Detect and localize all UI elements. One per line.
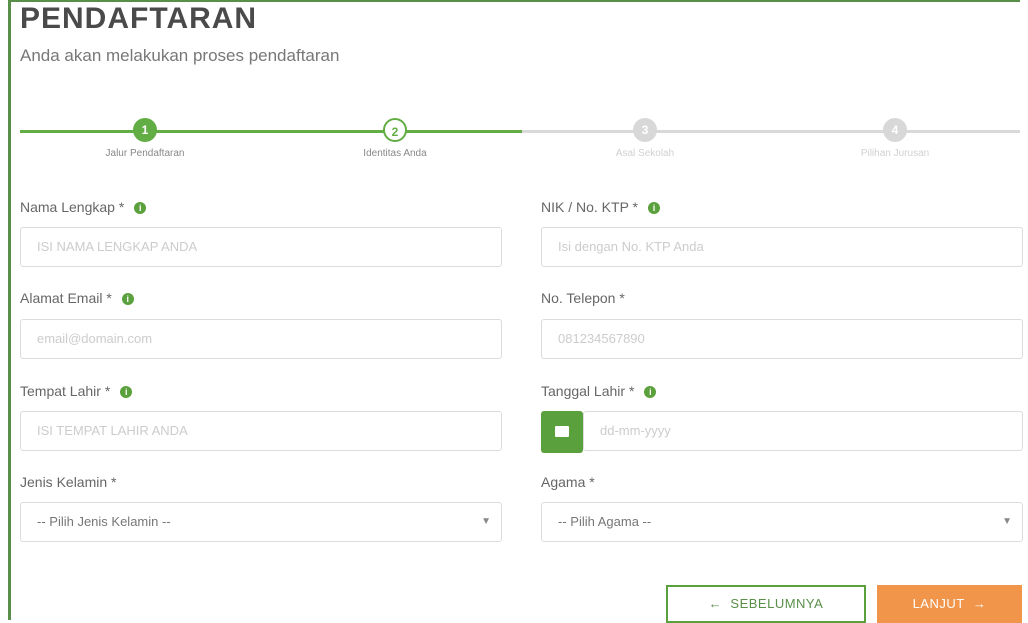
arrow-left-icon: ← <box>708 596 723 611</box>
previous-button[interactable]: ← SEBELUMNYA <box>666 585 866 623</box>
step-1-number: 1 <box>133 118 157 142</box>
info-icon[interactable]: i <box>120 386 133 399</box>
step-3-label: Asal Sekolah <box>615 148 675 159</box>
registration-stepper: 1 Jalur Pendaftaran 2 Identitas Anda 3 A… <box>20 118 1020 168</box>
step-4[interactable]: 4 Pilihan Jurusan <box>770 118 1020 159</box>
page-subtitle: Anda akan melakukan proses pendaftaran <box>20 46 340 65</box>
step-1[interactable]: 1 Jalur Pendaftaran <box>20 118 270 159</box>
info-icon[interactable]: i <box>134 202 147 215</box>
nik-label: NIK / No. KTP * i <box>541 199 660 215</box>
agama-select[interactable]: -- Pilih Agama -- ▼ <box>541 502 1023 542</box>
previous-button-label: SEBELUMNYA <box>730 596 824 611</box>
step-4-label: Pilihan Jurusan <box>860 148 930 159</box>
email-label-text: Alamat Email * <box>20 290 112 306</box>
next-button[interactable]: LANJUT → <box>877 585 1022 623</box>
telepon-label: No. Telepon * <box>541 290 625 306</box>
info-icon[interactable]: i <box>644 386 657 399</box>
next-button-label: LANJUT <box>912 596 965 611</box>
tanggal-lahir-input[interactable]: dd-mm-yyyy <box>583 411 1023 451</box>
nama-lengkap-input[interactable]: ISI NAMA LENGKAP ANDA <box>20 227 502 267</box>
step-2[interactable]: 2 Identitas Anda <box>270 118 520 159</box>
nik-input[interactable]: Isi dengan No. KTP Anda <box>541 227 1023 267</box>
agama-selected-value: -- Pilih Agama -- <box>558 514 652 529</box>
nama-lengkap-label-text: Nama Lengkap * <box>20 199 125 215</box>
calendar-button[interactable] <box>541 411 583 453</box>
email-label: Alamat Email * i <box>20 290 134 306</box>
jenis-kelamin-select[interactable]: -- Pilih Jenis Kelamin -- ▼ <box>20 502 502 542</box>
tempat-lahir-label: Tempat Lahir * i <box>20 383 133 399</box>
tanggal-lahir-label-text: Tanggal Lahir * <box>541 383 635 399</box>
agama-label: Agama * <box>541 474 595 490</box>
nama-lengkap-label: Nama Lengkap * i <box>20 199 147 215</box>
calendar-icon <box>555 426 569 437</box>
chevron-down-icon: ▼ <box>481 516 491 527</box>
info-icon[interactable]: i <box>121 293 134 306</box>
tanggal-lahir-label: Tanggal Lahir * i <box>541 383 657 399</box>
chevron-down-icon: ▼ <box>1002 516 1012 527</box>
step-3[interactable]: 3 Asal Sekolah <box>520 118 770 159</box>
step-4-number: 4 <box>883 118 907 142</box>
step-3-number: 3 <box>633 118 657 142</box>
jenis-kelamin-label: Jenis Kelamin * <box>20 474 117 490</box>
page-title: PENDAFTARAN <box>20 2 258 35</box>
jenis-kelamin-selected-value: -- Pilih Jenis Kelamin -- <box>37 514 171 529</box>
telepon-input[interactable]: 081234567890 <box>541 319 1023 359</box>
email-input[interactable]: email@domain.com <box>20 319 502 359</box>
step-1-label: Jalur Pendaftaran <box>105 148 185 159</box>
tempat-lahir-label-text: Tempat Lahir * <box>20 383 111 399</box>
frame-border-left <box>8 0 11 620</box>
step-2-number: 2 <box>383 118 407 142</box>
step-2-label: Identitas Anda <box>363 148 427 159</box>
info-icon[interactable]: i <box>648 202 660 215</box>
nik-label-text: NIK / No. KTP * <box>541 199 638 215</box>
tempat-lahir-input[interactable]: ISI TEMPAT LAHIR ANDA <box>20 411 502 451</box>
arrow-right-icon: → <box>972 596 987 611</box>
